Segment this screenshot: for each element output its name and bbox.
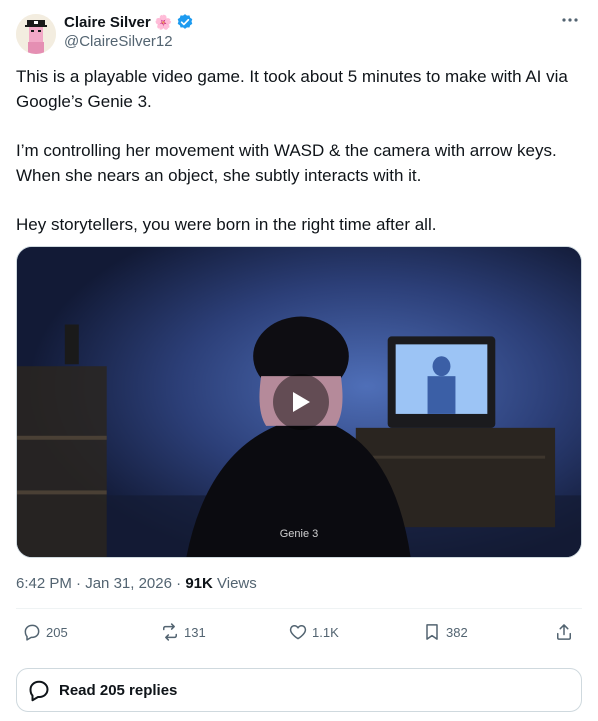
meta-separator: · [176,575,182,592]
bookmark-icon [426,624,438,640]
handle[interactable]: @ClaireSilver12 [64,33,173,50]
video-watermark: Genie 3 [279,528,319,540]
heart-icon [289,625,307,640]
share-button[interactable] [554,622,574,642]
verified-badge-icon [177,14,193,29]
action-bar: 205 131 1.1K 382 [16,622,582,648]
bookmark-count: 382 [446,624,468,640]
tweet-header: Claire Silver 🌸 @ClaireSilver12 [16,10,582,54]
avatar-icon [16,14,56,54]
reply-bubble-icon [29,680,49,702]
reply-icon [24,624,40,641]
name-row: Claire Silver 🌸 [64,13,194,31]
like-count: 1.1K [312,624,339,640]
flower-emoji: 🌸 [154,13,173,30]
play-icon [293,392,310,412]
tweet-paragraph-1: This is a playable video game. It took a… [16,67,568,111]
tweet-text: This is a playable video game. It took a… [16,64,582,237]
reply-count: 205 [46,624,68,640]
video-player[interactable]: Genie 3 [16,246,582,558]
repost-button[interactable]: 131 [160,622,206,642]
read-replies-label: Read 205 replies [59,681,178,699]
meta-separator: · [76,575,82,592]
play-button[interactable] [273,374,329,430]
divider [16,608,582,609]
more-options-icon[interactable] [560,12,580,28]
avatar[interactable] [16,14,56,54]
read-replies-button[interactable]: Read 205 replies [16,668,582,712]
share-icon [557,624,571,640]
display-name[interactable]: Claire Silver [64,14,151,31]
tweet-paragraph-3: Hey storytellers, you were born in the r… [16,215,437,234]
tweet-paragraph-2: I’m controlling her movement with WASD &… [16,141,557,185]
reply-button[interactable]: 205 [22,622,68,642]
repost-count: 131 [184,624,206,640]
views-count: 91K [185,575,213,592]
tweet-date[interactable]: Jan 31, 2026 [85,575,172,592]
views-label: Views [217,575,257,592]
like-button[interactable]: 1.1K [288,622,339,642]
bookmark-button[interactable]: 382 [422,622,468,642]
repost-icon [163,623,177,641]
tweet-time[interactable]: 6:42 PM [16,575,72,592]
tweet-meta: 6:42 PM · Jan 31, 2026 · 91K Views [16,575,257,592]
